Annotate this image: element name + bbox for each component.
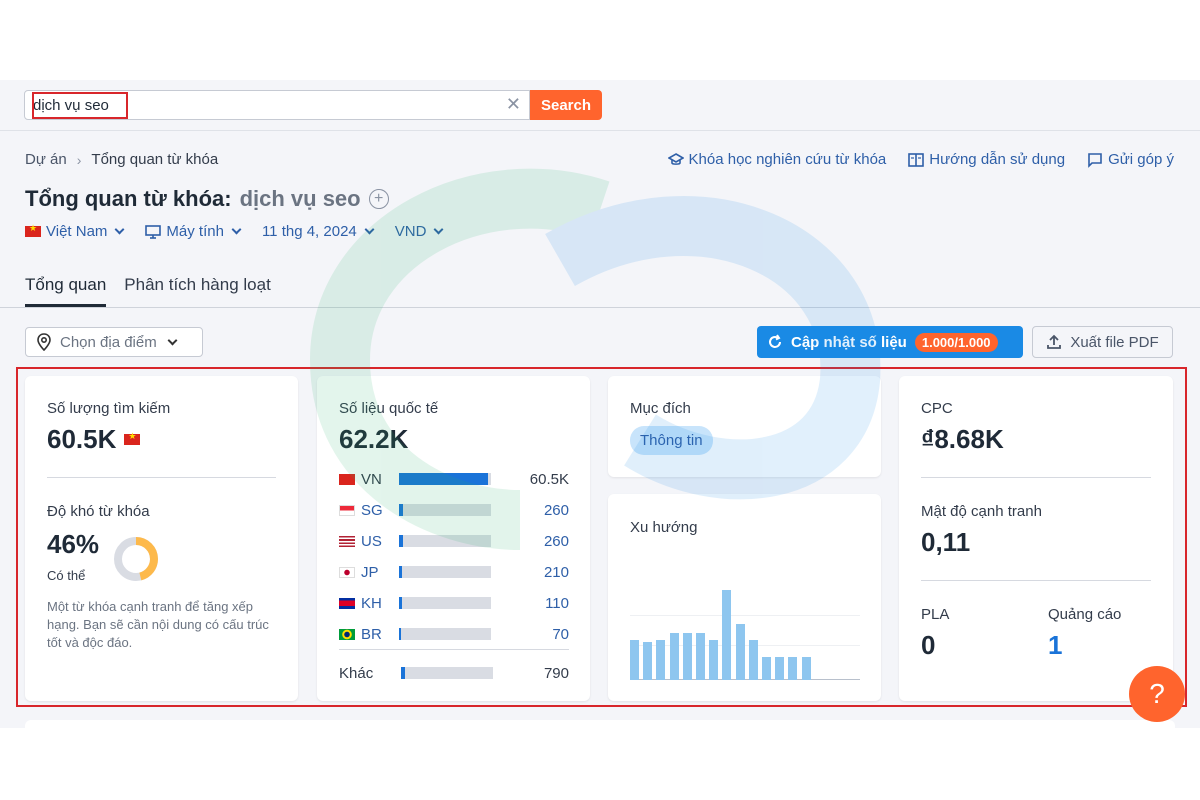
query-highlight-box	[32, 92, 128, 119]
update-data-label: Cập nhật số liệu	[791, 333, 907, 351]
filters-row: Việt Nam Máy tính 11 thg 4, 2024 VND	[25, 223, 444, 240]
divider	[0, 130, 1200, 131]
chevron-down-icon	[114, 224, 125, 235]
location-select-placeholder: Chọn địa điểm	[60, 333, 157, 351]
device-filter[interactable]: Máy tính	[145, 223, 242, 240]
page-title-prefix: Tổng quan từ khóa:	[25, 186, 232, 211]
upload-icon	[1047, 334, 1062, 349]
close-icon[interactable]: ✕	[506, 94, 521, 115]
chevron-right-icon: ›	[76, 151, 82, 168]
refresh-icon	[769, 334, 781, 348]
guide-link-label: Hướng dẫn sử dụng	[929, 151, 1066, 168]
export-pdf-label: Xuất file PDF	[1070, 333, 1159, 351]
book-icon	[908, 152, 925, 167]
course-link[interactable]: Khóa học nghiên cứu từ khóa	[667, 151, 887, 168]
country-filter-label: Việt Nam	[46, 223, 108, 240]
header-links: Khóa học nghiên cứu từ khóa Hướng dẫn sử…	[667, 151, 1174, 168]
tab-overview[interactable]: Tổng quan	[25, 275, 107, 307]
graduation-cap-icon	[667, 152, 684, 165]
message-icon	[1088, 152, 1102, 168]
quota-badge: 1.000/1.000	[914, 332, 998, 352]
search-bar: dịch vụ seo ✕ Search	[0, 80, 1200, 130]
help-button[interactable]: ?	[1129, 666, 1185, 722]
keyword-overview-app: dịch vụ seo ✕ Search Dự án › Tổng quan t…	[0, 80, 1200, 728]
export-pdf-button[interactable]: Xuất file PDF	[1032, 326, 1173, 358]
date-filter-label: 11 thg 4, 2024	[261, 223, 357, 240]
add-circle-icon[interactable]: +	[368, 189, 389, 209]
currency-filter[interactable]: VND	[394, 223, 444, 240]
chevron-down-icon	[433, 224, 444, 235]
breadcrumb: Dự án › Tổng quan từ khóa	[25, 151, 218, 168]
search-input[interactable]: dịch vụ seo ✕	[24, 90, 530, 120]
page-title: Tổng quan từ khóa: dịch vụ seo +	[25, 186, 389, 212]
feedback-link[interactable]: Gửi góp ý	[1087, 151, 1174, 168]
country-filter[interactable]: Việt Nam	[25, 223, 125, 240]
currency-filter-label: VND	[394, 223, 427, 240]
chevron-down-icon	[364, 224, 375, 235]
tab-divider	[0, 307, 1200, 308]
search-button[interactable]: Search	[530, 90, 602, 120]
vietnam-flag-icon	[25, 223, 41, 237]
date-filter[interactable]: 11 thg 4, 2024	[261, 223, 375, 240]
course-link-label: Khóa học nghiên cứu từ khóa	[688, 151, 887, 168]
cards-highlight-box	[16, 367, 1187, 707]
location-select[interactable]: Chọn địa điểm	[25, 327, 203, 357]
device-filter-label: Máy tính	[166, 223, 224, 240]
chevron-down-icon	[231, 224, 242, 235]
location-pin-icon	[37, 333, 51, 351]
page-title-keyword: dịch vụ seo	[239, 186, 361, 211]
update-data-button[interactable]: Cập nhật số liệu 1.000/1.000	[757, 326, 1023, 358]
feedback-link-label: Gửi góp ý	[1108, 151, 1174, 168]
guide-link[interactable]: Hướng dẫn sử dụng	[908, 151, 1065, 168]
monitor-icon	[145, 224, 162, 239]
bottom-card	[25, 720, 1175, 728]
chevron-down-icon	[167, 335, 178, 345]
breadcrumb-projects[interactable]: Dự án	[25, 151, 67, 168]
tabs: Tổng quan Phân tích hàng loạt	[25, 275, 271, 307]
breadcrumb-current: Tổng quan từ khóa	[91, 151, 219, 168]
tab-bulk-analysis[interactable]: Phân tích hàng loạt	[124, 275, 271, 307]
